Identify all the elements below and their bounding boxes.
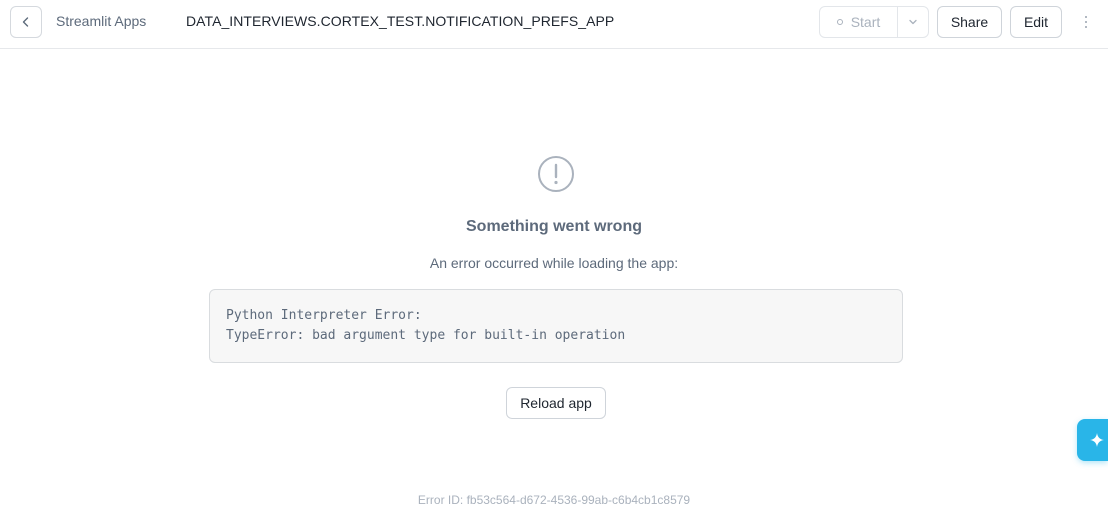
start-label: Start xyxy=(850,14,881,30)
breadcrumb-streamlit-apps[interactable]: Streamlit Apps xyxy=(56,13,146,29)
start-button-group: Start xyxy=(819,6,929,38)
error-id: Error ID: fb53c564-d672-4536-99ab-c6b4cb… xyxy=(417,493,691,507)
top-bar: Streamlit Apps DATA_INTERVIEWS.CORTEX_TE… xyxy=(0,0,1108,49)
error-details: Python Interpreter Error: TypeError: bad… xyxy=(209,289,903,363)
assistant-button[interactable] xyxy=(1077,419,1108,461)
alert-circle-icon xyxy=(538,156,574,192)
start-dropdown-button[interactable] xyxy=(898,7,928,37)
chevron-left-icon xyxy=(22,17,29,27)
circle-icon xyxy=(836,19,843,25)
reload-app-button[interactable]: Reload app xyxy=(506,387,606,419)
edit-button[interactable]: Edit xyxy=(1010,6,1062,38)
page-title: DATA_INTERVIEWS.CORTEX_TEST.NOTIFICATION… xyxy=(186,13,615,29)
back-button[interactable] xyxy=(10,6,42,38)
error-subtitle: An error occurred while loading the app: xyxy=(429,255,679,271)
start-button[interactable]: Start xyxy=(820,7,898,37)
share-button[interactable]: Share xyxy=(937,6,1002,38)
chevron-down-icon xyxy=(909,19,917,25)
error-line: Python Interpreter Error: xyxy=(226,308,422,323)
error-title: Something went wrong xyxy=(466,218,642,235)
error-line: TypeError: bad argument type for built-i… xyxy=(226,328,626,343)
more-vertical-icon[interactable] xyxy=(1076,10,1096,34)
sparkle-icon xyxy=(1090,433,1104,447)
